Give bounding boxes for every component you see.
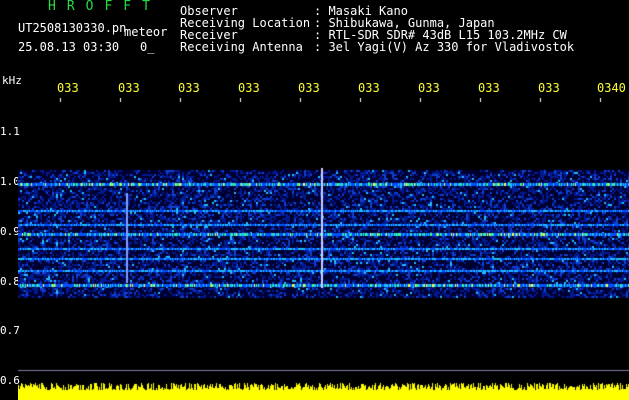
app-logo: HROFFT (48, 0, 161, 14)
antenna-value: : 3el Yagi(V) Az 330 for Vladivostok (314, 40, 575, 54)
freq-unit-label: kHz (2, 74, 22, 87)
freq-tick: 0.9 (0, 225, 20, 238)
time-tick: 033 (298, 81, 320, 95)
mode-tag: meteor (124, 25, 168, 39)
time-tick: 033 (358, 81, 380, 95)
freq-tick: 1.1 (0, 125, 20, 138)
timestamp: 25.08.13 03:30 (18, 40, 120, 54)
time-tick: 033 (538, 81, 560, 95)
time-tick: 033 (178, 81, 200, 95)
freq-tick: 0.6 (0, 374, 20, 387)
hrofft-window: HROFFT UT2508130330.pn meteor 25.08.13 0… (0, 0, 629, 400)
file-name: UT2508130330.pn (18, 21, 127, 35)
antenna-label: Receiving Antenna (180, 40, 303, 54)
meteor-count: 0_ (140, 40, 155, 54)
time-tick: 033 (57, 81, 79, 95)
time-tick: 0340 (597, 81, 626, 95)
spectrogram (18, 98, 629, 400)
freq-tick: 0.7 (0, 324, 20, 337)
time-tick: 033 (478, 81, 500, 95)
time-tick: 033 (238, 81, 260, 95)
freq-tick: 1.0 (0, 175, 20, 188)
freq-tick: 0.8 (0, 275, 20, 288)
time-tick: 033 (418, 81, 440, 95)
time-tick: 033 (118, 81, 140, 95)
